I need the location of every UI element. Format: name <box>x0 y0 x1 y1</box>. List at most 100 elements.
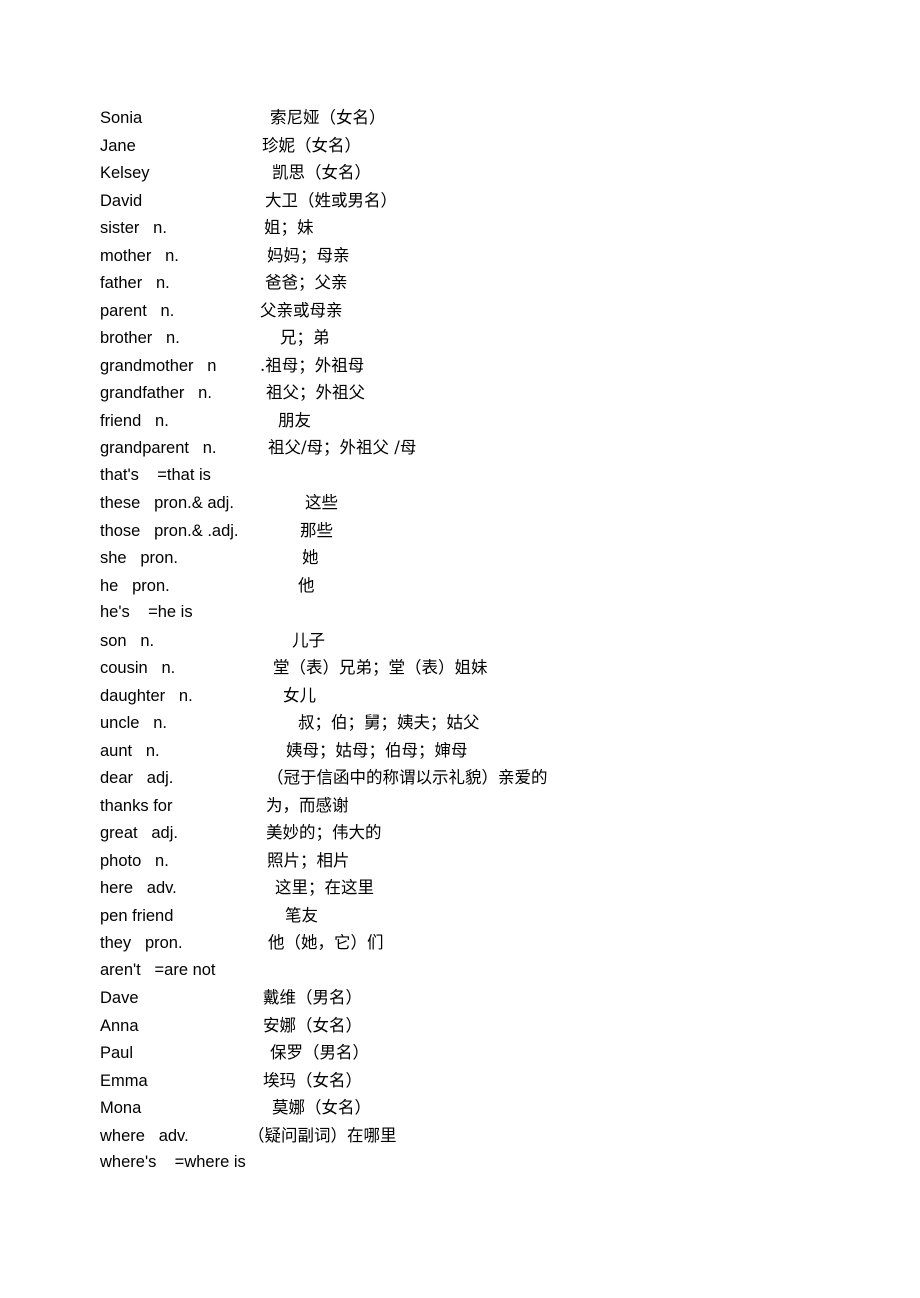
vocabulary-entry: pen friend 笔友 <box>100 902 900 930</box>
entry-chinese-definition: 兄；弟 <box>280 328 330 347</box>
entry-english-term: Mona <box>100 1099 142 1117</box>
entry-chinese-definition: 珍妮（女名） <box>262 135 361 155</box>
entry-english-term: grandparent n. <box>100 439 217 457</box>
entry-chinese-definition: 大卫（姓或男名） <box>265 190 397 210</box>
vocabulary-entry: Dave 戴维（男名） <box>100 984 900 1012</box>
entry-chinese-definition: 他 <box>298 575 315 595</box>
vocabulary-entry: thanks for 为，而感谢 <box>100 792 900 820</box>
entry-english-term: sister n. <box>100 219 167 237</box>
vocabulary-entry: sister n. 姐；妹 <box>100 214 900 242</box>
entry-english-term: daughter n. <box>100 686 193 705</box>
entry-english-term: grandmother n <box>100 356 217 375</box>
entry-chinese-definition: 这些 <box>305 493 338 512</box>
vocabulary-entry: Kelsey 凯思（女名） <box>100 159 900 187</box>
entry-chinese-definition: 女儿 <box>283 685 316 705</box>
entry-chinese-definition: 莫娜（女名） <box>272 1098 371 1117</box>
vocabulary-entry: dear adj. （冠于信函中的称谓以示礼貌）亲爱的 <box>100 764 900 792</box>
entry-chinese-definition: 她 <box>302 548 319 567</box>
entry-english-term: uncle n. <box>100 714 167 732</box>
entry-english-term: thanks for <box>100 796 173 815</box>
entry-chinese-definition: （疑问副词）在哪里 <box>248 1125 397 1145</box>
entry-english-term: they pron. <box>100 934 183 952</box>
vocabulary-entry: Sonia 索尼娅（女名） <box>100 104 900 132</box>
entry-chinese-definition: 凯思（女名） <box>272 163 371 182</box>
entry-chinese-definition: 堂（表）兄弟；堂（表）姐妹 <box>273 658 488 677</box>
vocabulary-entry: son n. 儿子 <box>100 627 900 655</box>
vocabulary-entry: she pron. 她 <box>100 544 900 572</box>
entry-chinese-definition: 祖父；外祖父 <box>266 383 365 402</box>
entry-english-term: father n. <box>100 274 170 292</box>
vocabulary-entry: daughter n. 女儿 <box>100 682 900 710</box>
vocabulary-entry: he pron. 他 <box>100 572 900 600</box>
entry-english-term: Kelsey <box>100 164 150 182</box>
vocabulary-entry: uncle n. 叔；伯；舅；姨夫；姑父 <box>100 709 900 737</box>
entry-chinese-definition: 叔；伯；舅；姨夫；姑父 <box>298 713 480 732</box>
vocabulary-entry: here adv. 这里；在这里 <box>100 874 900 902</box>
entry-english-term: aunt n. <box>100 741 160 760</box>
entry-chinese-definition: 安娜（女名） <box>263 1015 362 1035</box>
vocabulary-entry: aunt n. 姨母；姑母；伯母；婶母 <box>100 737 900 765</box>
vocabulary-entry: Jane 珍妮（女名） <box>100 132 900 160</box>
entry-chinese-definition: 他（她，它）们 <box>268 933 384 952</box>
vocabulary-entry: they pron. 他（她，它）们 <box>100 929 900 957</box>
vocabulary-entry: friend n. 朋友 <box>100 407 900 435</box>
vocabulary-entry: cousin n. 堂（表）兄弟；堂（表）姐妹 <box>100 654 900 682</box>
vocabulary-entry: mother n. 妈妈；母亲 <box>100 242 900 270</box>
vocabulary-entry: these pron.& adj. 这些 <box>100 489 900 517</box>
vocabulary-entry: Anna 安娜（女名） <box>100 1012 900 1040</box>
entry-english-term: pen friend <box>100 906 174 925</box>
entry-english-term: here adv. <box>100 879 177 897</box>
entry-english-term: cousin n. <box>100 659 176 677</box>
entry-chinese-definition: 这里；在这里 <box>275 878 374 897</box>
entry-english-term: Paul <box>100 1044 134 1062</box>
entry-chinese-definition: 朋友 <box>278 410 311 430</box>
vocabulary-entry: that's =that is <box>100 462 900 490</box>
entry-chinese-definition: 戴维（男名） <box>263 988 362 1007</box>
entry-english-term: he's =he is <box>100 603 193 621</box>
entry-english-term: Dave <box>100 989 139 1007</box>
entry-english-term: mother n. <box>100 246 179 265</box>
entry-chinese-definition: 姨母；姑母；伯母；婶母 <box>286 740 468 760</box>
vocabulary-entry: father n. 爸爸；父亲 <box>100 269 900 297</box>
vocabulary-entry: photo n. 照片；相片 <box>100 847 900 875</box>
vocabulary-entry: grandparent n. 祖父/母；外祖父 /母 <box>100 434 900 462</box>
entry-chinese-definition: （冠于信函中的称谓以示礼貌）亲爱的 <box>267 768 548 787</box>
vocabulary-list: Sonia 索尼娅（女名） Jane 珍妮（女名） Kelsey 凯思（女名） David 大… <box>100 104 900 1177</box>
vocabulary-entry: where's =where is <box>100 1149 900 1177</box>
entry-english-term: dear adj. <box>100 769 174 787</box>
entry-english-term: parent n. <box>100 301 175 320</box>
entry-chinese-definition: 祖父/母；外祖父 /母 <box>268 438 417 457</box>
vocabulary-entry: parent n. 父亲或母亲 <box>100 297 900 325</box>
entry-english-term: he pron. <box>100 576 170 595</box>
entry-english-term: great adj. <box>100 824 178 842</box>
vocabulary-entry: David 大卫（姓或男名） <box>100 187 900 215</box>
vocabulary-entry: Mona 莫娜（女名） <box>100 1094 900 1122</box>
entry-english-term: son n. <box>100 631 155 650</box>
entry-english-term: Sonia <box>100 109 143 127</box>
vocabulary-entry: Emma 埃玛（女名） <box>100 1067 900 1095</box>
entry-chinese-definition: 那些 <box>300 520 333 540</box>
entry-english-term: David <box>100 191 143 210</box>
entry-chinese-definition: 为，而感谢 <box>266 795 349 815</box>
entry-chinese-definition: 笔友 <box>285 905 318 925</box>
entry-english-term: these pron.& adj. <box>100 494 234 512</box>
entry-english-term: she pron. <box>100 549 178 567</box>
entry-chinese-definition: 索尼娅（女名） <box>270 108 386 127</box>
entry-english-term: aren't =are not <box>100 960 216 979</box>
entry-english-term: that's =that is <box>100 465 211 484</box>
vocabulary-entry: those pron.& .adj. 那些 <box>100 517 900 545</box>
vocabulary-entry: brother n. 兄；弟 <box>100 324 900 352</box>
entry-chinese-definition: 埃玛（女名） <box>263 1070 362 1090</box>
document-page: Sonia 索尼娅（女名） Jane 珍妮（女名） Kelsey 凯思（女名） David 大… <box>0 0 920 1298</box>
entry-chinese-definition: 保罗（男名） <box>270 1043 369 1062</box>
vocabulary-entry: great adj. 美妙的；伟大的 <box>100 819 900 847</box>
vocabulary-entry: Paul 保罗（男名） <box>100 1039 900 1067</box>
vocabulary-entry: grandfather n. 祖父；外祖父 <box>100 379 900 407</box>
vocabulary-entry: he's =he is <box>100 599 900 627</box>
entry-english-term: Emma <box>100 1071 148 1090</box>
entry-english-term: Jane <box>100 136 136 155</box>
entry-english-term: those pron.& .adj. <box>100 521 239 540</box>
entry-chinese-definition: 妈妈；母亲 <box>267 245 350 265</box>
entry-english-term: Anna <box>100 1016 139 1035</box>
entry-chinese-definition: 照片；相片 <box>267 850 350 870</box>
